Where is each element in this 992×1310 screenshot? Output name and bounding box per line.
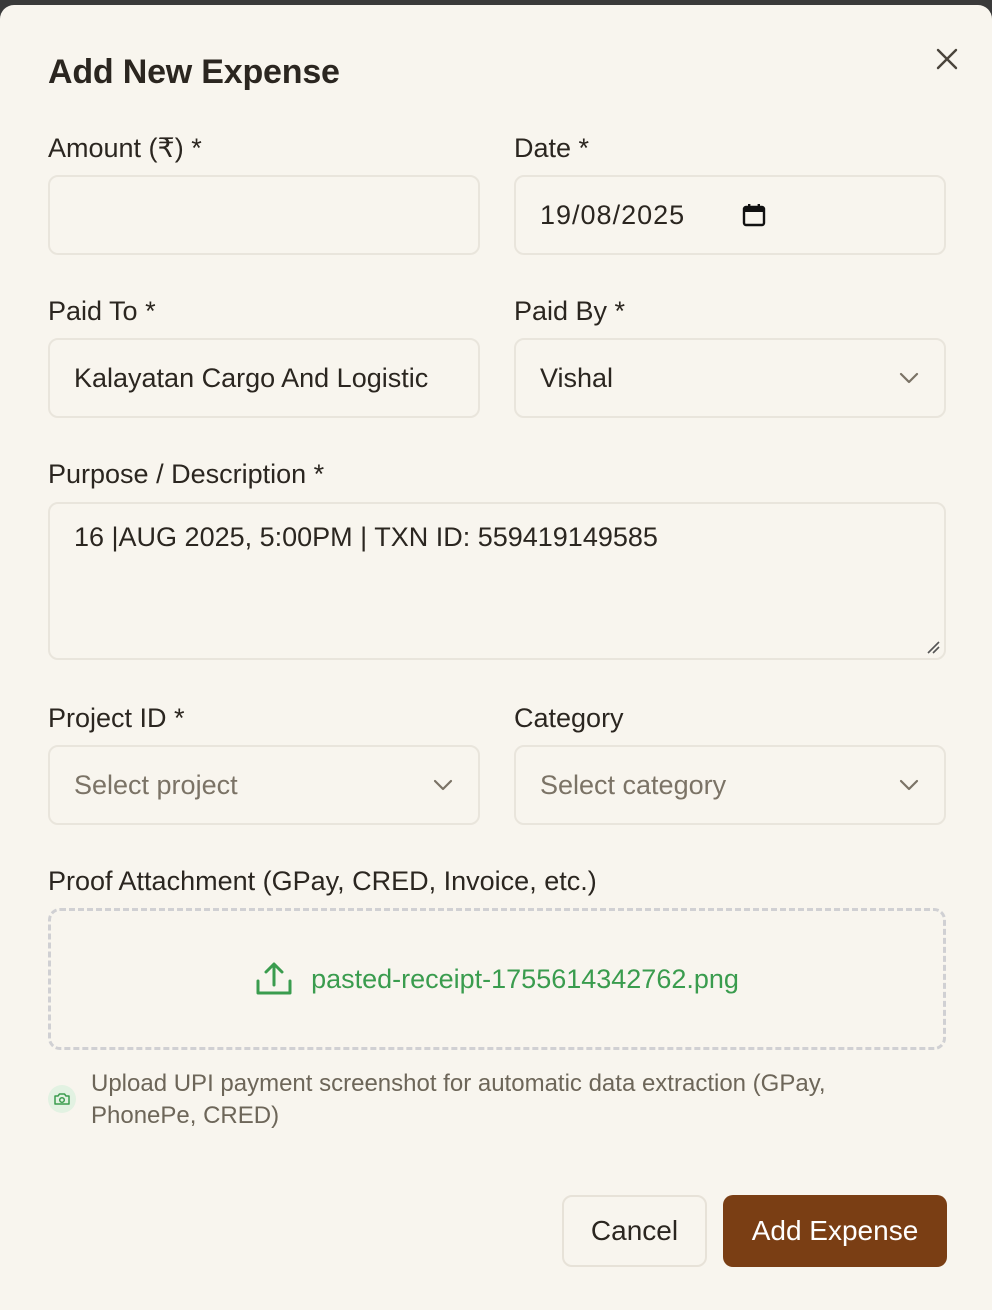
proof-label: Proof Attachment (GPay, CRED, Invoice, e… — [48, 866, 597, 896]
chevron-down-icon — [898, 774, 920, 796]
paid-to-value: Kalayatan Cargo And Logistic — [74, 362, 429, 393]
date-label: Date * — [514, 133, 590, 163]
amount-field[interactable] — [48, 175, 480, 255]
dialog-title: Add New Expense — [48, 53, 340, 91]
project-placeholder: Select project — [74, 769, 238, 800]
paid-to-field[interactable]: Kalayatan Cargo And Logistic — [48, 338, 480, 418]
purpose-label: Purpose / Description * — [48, 459, 325, 489]
purpose-value: 16 |AUG 2025, 5:00PM | TXN ID: 559419149… — [74, 522, 658, 552]
project-select[interactable]: Select project — [48, 745, 480, 825]
close-icon[interactable] — [936, 48, 958, 70]
paid-by-select[interactable]: Vishal — [514, 338, 946, 418]
close-button[interactable] — [930, 42, 964, 76]
category-placeholder: Select category — [540, 769, 727, 800]
proof-dropzone[interactable]: pasted-receipt-1755614342762.png — [48, 908, 946, 1050]
category-select[interactable]: Select category — [514, 745, 946, 825]
cancel-button[interactable]: Cancel — [562, 1195, 707, 1267]
paid-by-label: Paid By * — [514, 296, 626, 326]
proof-hint-text: Upload UPI payment screenshot for automa… — [91, 1070, 826, 1129]
paid-to-label: Paid To * — [48, 296, 156, 326]
resize-handle-icon[interactable] — [926, 640, 940, 654]
paid-by-value: Vishal — [540, 362, 614, 393]
purpose-textarea[interactable]: 16 |AUG 2025, 5:00PM | TXN ID: 559419149… — [48, 502, 946, 660]
date-field[interactable]: 19/08/2025 — [514, 175, 946, 255]
chevron-down-icon — [432, 774, 454, 796]
upload-icon — [256, 962, 292, 995]
camera-icon — [48, 1085, 76, 1113]
calendar-icon[interactable] — [741, 202, 767, 228]
chevron-down-icon — [898, 367, 920, 389]
date-value: 19/08/2025 — [540, 199, 686, 230]
amount-label: Amount (₹) * — [48, 133, 202, 163]
add-expense-dialog: Add New Expense Amount (₹) * Date * 19/0… — [0, 5, 992, 1310]
amount-input[interactable] — [74, 199, 454, 231]
proof-hint: Upload UPI payment screenshot for automa… — [48, 1068, 928, 1132]
project-id-label: Project ID * — [48, 703, 185, 733]
category-label: Category — [514, 703, 624, 733]
add-expense-button[interactable]: Add Expense — [723, 1195, 947, 1267]
attached-file-name: pasted-receipt-1755614342762.png — [311, 963, 739, 994]
